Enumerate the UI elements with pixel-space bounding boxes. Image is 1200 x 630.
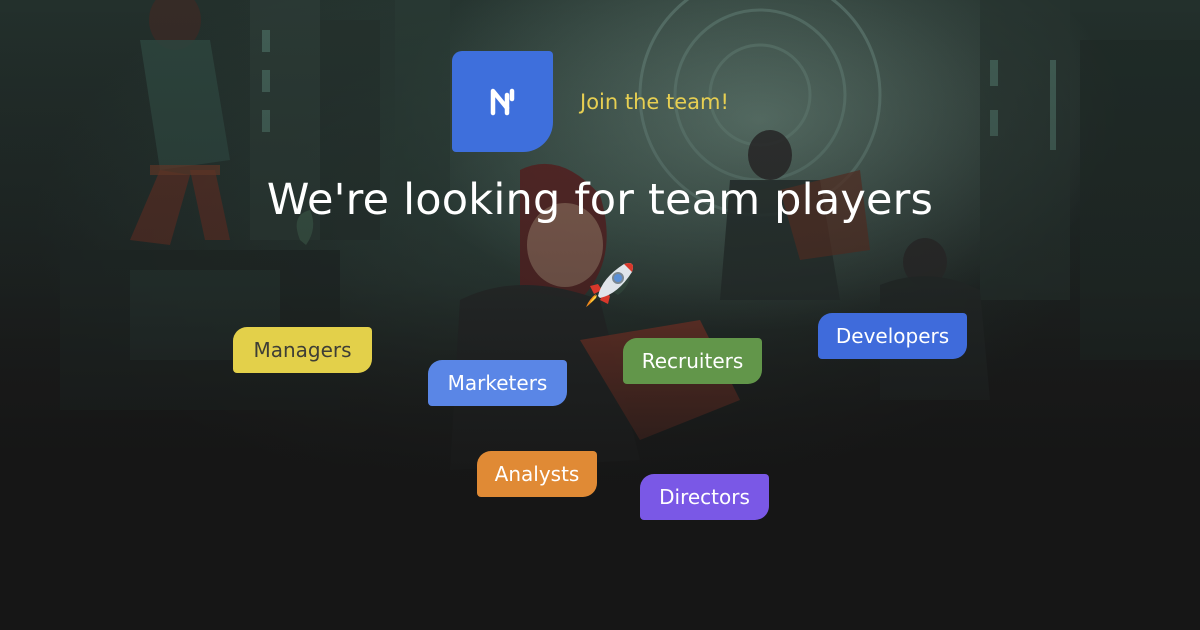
role-tag-recruiters: Recruiters	[623, 338, 762, 384]
tagline: Join the team!	[580, 90, 729, 114]
company-logo	[452, 51, 553, 152]
hero-card: Join the team! We're looking for team pl…	[0, 0, 1200, 630]
role-tag-directors: Directors	[640, 474, 769, 520]
role-tag-developers: Developers	[818, 313, 967, 359]
role-tag-analysts: Analysts	[477, 451, 597, 497]
role-tag-managers: Managers	[233, 327, 372, 373]
rocket-icon	[586, 263, 633, 307]
logo-n-icon	[490, 88, 514, 115]
role-tag-marketers: Marketers	[428, 360, 567, 406]
page-title: We're looking for team players	[266, 175, 934, 225]
